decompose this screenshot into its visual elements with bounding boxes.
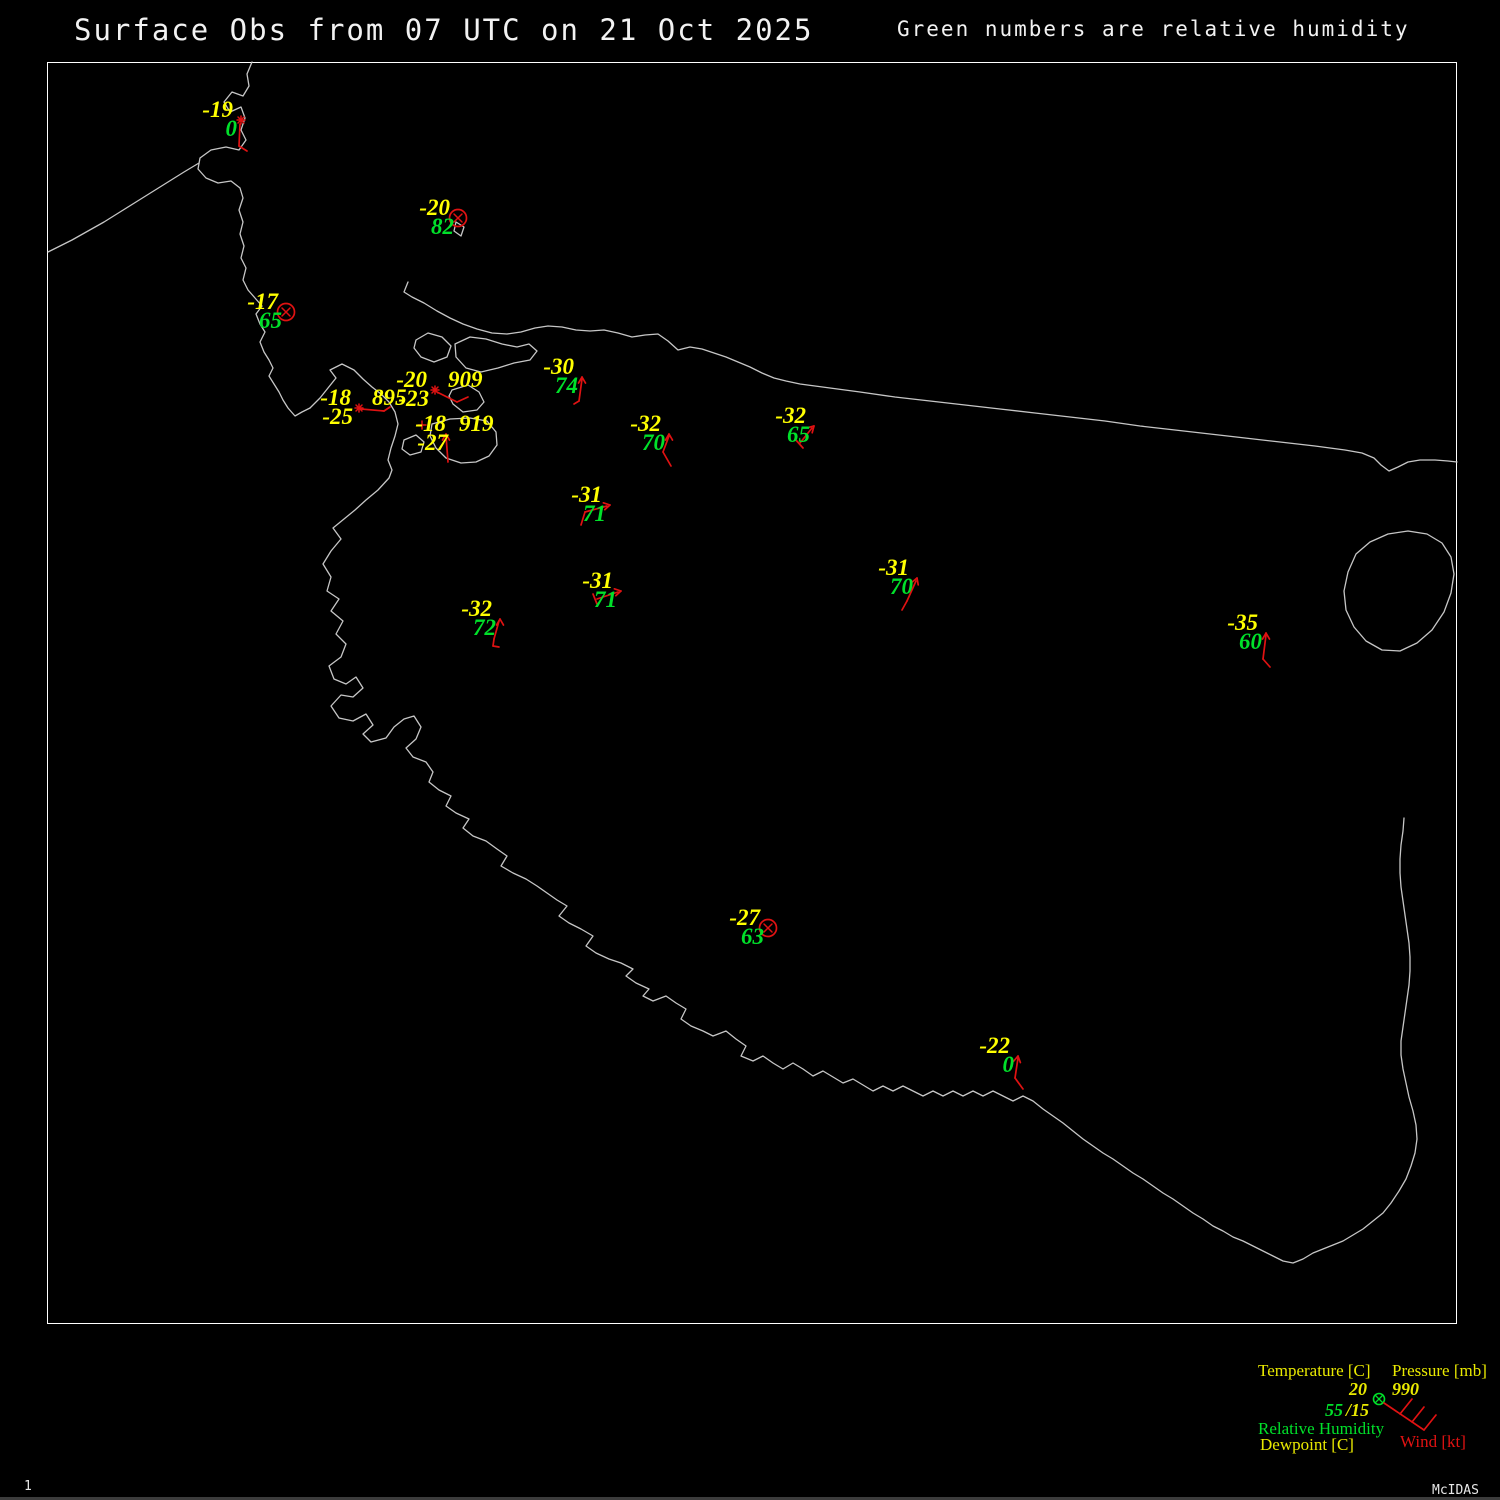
wind-barb-arrowhead-icon <box>603 503 610 505</box>
legend-humidity-value: 55 <box>1325 1401 1343 1419</box>
legend-pressure-value: 990 <box>1392 1380 1419 1398</box>
coastline-island <box>402 435 424 455</box>
legend-dewpoint-label: Dewpoint [C] <box>1260 1436 1354 1453</box>
wind-barb-icon <box>597 592 618 599</box>
coastline-island <box>414 333 451 362</box>
wind-barb-icon <box>663 452 671 466</box>
coastline-path <box>404 282 1457 471</box>
wind-barb-icon <box>907 581 916 601</box>
coastline-path <box>198 62 310 416</box>
coastline-path <box>48 163 199 252</box>
legend-dewpoint-value: /15 <box>1346 1401 1369 1419</box>
legend-wind-barb-icon <box>1384 1403 1424 1430</box>
wind-barb-arrowhead-icon <box>614 589 621 591</box>
wind-barb-icon <box>493 646 499 647</box>
coastline-layer <box>48 62 1457 1263</box>
legend-wind-barb-icon <box>1400 1399 1412 1414</box>
legend-wind-barb-icon <box>1412 1407 1424 1422</box>
wind-barb-arrowhead-icon <box>1018 1056 1020 1063</box>
wind-barb-icon <box>361 409 384 411</box>
wind-barb-icon <box>239 124 240 146</box>
wind-barb-icon <box>1015 1058 1018 1078</box>
wind-barb-icon <box>457 397 468 402</box>
wind-barb-icon <box>902 601 907 610</box>
legend-pressure-label: Pressure [mb] <box>1392 1362 1487 1379</box>
wind-barb-icon <box>574 401 579 404</box>
coastline-path <box>310 364 1417 1263</box>
wind-barb-arrowhead-icon <box>500 619 504 625</box>
station-symbol-layer <box>237 116 1270 1089</box>
wind-barb-icon <box>493 639 494 646</box>
mcidas-window: Surface Obs from 07 UTC on 21 Oct 2025 G… <box>0 0 1500 1500</box>
legend-wind-barb-icon <box>1424 1415 1436 1430</box>
wind-barb-arrowhead-icon <box>669 434 673 440</box>
legend-temperature-value: 20 <box>1349 1380 1367 1398</box>
map-canvas <box>0 0 1500 1500</box>
coastline-island <box>430 418 497 463</box>
wind-barb-icon <box>1015 1078 1023 1089</box>
mcidas-brand: McIDAS <box>1432 1483 1479 1498</box>
coastline-island <box>1344 531 1454 651</box>
wind-barb-icon <box>384 407 390 411</box>
coastline-island <box>454 222 464 236</box>
legend-temperature-label: Temperature [C] <box>1258 1362 1371 1379</box>
coastline-island <box>455 337 537 372</box>
wind-barb-arrowhead-icon <box>917 578 918 585</box>
wind-barb-icon <box>437 392 457 402</box>
wind-barb-icon <box>800 428 812 443</box>
wind-barb-icon <box>581 512 585 525</box>
wind-barb-icon <box>585 506 607 512</box>
wind-barb-icon <box>1263 659 1270 667</box>
legend-wind-label: Wind [kt] <box>1400 1433 1466 1450</box>
frame-number: 1 <box>24 1479 32 1494</box>
